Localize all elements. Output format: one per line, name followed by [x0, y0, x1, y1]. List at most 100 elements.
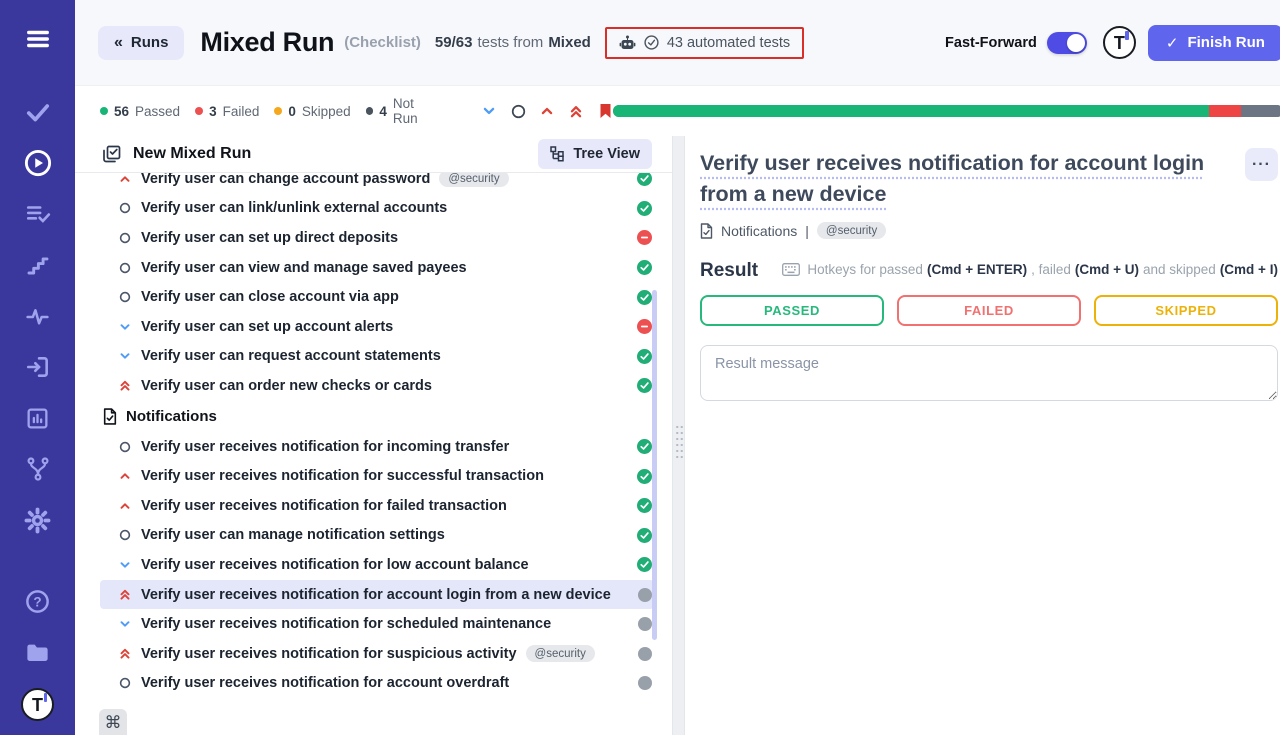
automated-tests-label: 43 automated tests — [667, 35, 790, 51]
tree-view-button[interactable]: Tree View — [538, 139, 652, 169]
runs-play-icon[interactable] — [23, 148, 53, 178]
panel-splitter[interactable] — [672, 136, 685, 735]
command-hotkeys-button[interactable]: ⌘ — [99, 709, 127, 735]
status-passed-icon — [637, 498, 652, 513]
status-passed-icon — [637, 528, 652, 543]
status-failed-icon — [637, 319, 652, 334]
fast-forward-toggle[interactable] — [1047, 32, 1087, 54]
more-options-button[interactable]: ··· — [1245, 148, 1278, 181]
progress-failed — [1209, 105, 1241, 117]
top-right-controls: Fast-Forward T ✓ Finish Run — [945, 25, 1280, 61]
passed-label: Passed — [135, 104, 180, 119]
test-row[interactable]: Verify user receives notification for ac… — [100, 669, 654, 699]
test-row[interactable]: Verify user receives notification for lo… — [100, 550, 654, 580]
filter-bookmark-icon[interactable] — [597, 103, 613, 119]
suite-link[interactable]: Notifications — [721, 223, 797, 239]
finish-run-label: Finish Run — [1187, 34, 1265, 51]
filter-priority-critical-icon[interactable] — [568, 103, 584, 119]
failed-button[interactable]: FAILED — [897, 295, 1081, 326]
status-passed-icon — [637, 378, 652, 393]
test-row-selected[interactable]: Verify user receives notification for ac… — [100, 580, 654, 610]
progress-passed — [613, 105, 1208, 117]
test-row[interactable]: Verify user can set up account alerts — [100, 312, 654, 342]
priority-normal-icon — [118, 677, 131, 689]
help-icon[interactable]: ? — [23, 586, 53, 616]
result-heading-row: Result Hotkeys for passed (Cmd + ENTER) … — [700, 260, 1278, 282]
sign-in-icon[interactable] — [23, 352, 53, 382]
test-title: Verify user can request account statemen… — [141, 348, 441, 364]
priority-normal-icon — [118, 291, 131, 303]
status-passed-icon — [637, 469, 652, 484]
stat-not-run: 4Not Run — [366, 96, 441, 126]
test-plans-icon[interactable] — [23, 199, 53, 229]
priority-normal-icon — [118, 529, 131, 541]
not-run-count: 4 — [379, 104, 387, 119]
test-row[interactable]: Verify user can set up direct deposits — [100, 223, 654, 253]
priority-low-icon — [118, 559, 131, 571]
filter-priority-normal-icon[interactable] — [510, 103, 526, 119]
priority-low-icon — [118, 618, 131, 630]
test-row[interactable]: Verify user can manage notification sett… — [100, 521, 654, 551]
test-row[interactable]: Verify user receives notification for fa… — [100, 491, 654, 521]
tag-badge: @security — [817, 222, 886, 239]
svg-text:?: ? — [33, 594, 41, 609]
test-row[interactable]: Verify user receives notification for in… — [100, 432, 654, 462]
passed-dot — [100, 107, 108, 115]
test-row[interactable]: Verify user can link/unlink external acc… — [100, 194, 654, 224]
run-panel: New Mixed Run Tree View Verify user can … — [75, 136, 672, 735]
priority-critical-icon — [118, 647, 131, 660]
skipped-button[interactable]: SKIPPED — [1094, 295, 1278, 326]
filter-priority-high-icon[interactable] — [539, 103, 555, 119]
test-title: Verify user receives notification for su… — [141, 646, 517, 662]
progress-not-run — [1241, 105, 1280, 117]
status-passed-icon — [637, 557, 652, 572]
run-progress-bar — [613, 105, 1280, 117]
splitter-grip-icon — [675, 424, 683, 460]
list-scrollbar-thumb[interactable] — [652, 290, 657, 640]
result-heading: Result — [700, 260, 758, 282]
hotkeys-text: , failed — [1031, 262, 1071, 277]
suite-section-row[interactable]: Notifications — [103, 401, 672, 432]
passed-button[interactable]: PASSED — [700, 295, 884, 326]
automated-tests-badge[interactable]: 43 automated tests — [605, 27, 804, 59]
status-passed-icon — [637, 349, 652, 364]
test-row[interactable]: Verify user receives notification for su… — [100, 639, 654, 669]
test-row[interactable]: Verify user receives notification for su… — [100, 461, 654, 491]
test-row[interactable]: Verify user can request account statemen… — [100, 342, 654, 372]
hotkeys-hint: Hotkeys for passed (Cmd + ENTER) , faile… — [782, 262, 1278, 277]
menu-icon[interactable] — [23, 24, 53, 54]
keyboard-icon — [782, 263, 800, 276]
priority-high-icon — [118, 173, 131, 185]
test-row[interactable]: Verify user can order new checks or card… — [100, 371, 654, 401]
branch-icon[interactable] — [23, 454, 53, 484]
analytics-icon[interactable] — [23, 403, 53, 433]
tests-text: tests from — [477, 34, 543, 51]
tests-source: Mixed — [548, 34, 591, 51]
result-message-input[interactable] — [700, 345, 1278, 401]
back-to-runs-button[interactable]: « Runs — [98, 26, 184, 60]
priority-low-icon — [118, 321, 131, 333]
tests-count: 59/63 — [435, 34, 473, 51]
test-row[interactable]: Verify user can view and manage saved pa… — [100, 253, 654, 283]
finish-run-button[interactable]: ✓ Finish Run — [1148, 25, 1280, 61]
hotkey-passed: (Cmd + ENTER) — [927, 262, 1027, 277]
test-row[interactable]: Verify user can close account via app — [100, 282, 654, 312]
not-run-dot — [366, 107, 374, 115]
test-row[interactable]: Verify user can change account password … — [100, 173, 654, 194]
sidebar: ? T — [0, 0, 75, 735]
skipped-count: 0 — [288, 104, 296, 119]
skipped-label: Skipped — [302, 104, 351, 119]
activity-pulse-icon[interactable] — [23, 301, 53, 331]
priority-filters — [481, 103, 613, 119]
failed-label: Failed — [223, 104, 260, 119]
filter-priority-low-icon[interactable] — [481, 103, 497, 119]
projects-folder-icon[interactable] — [23, 637, 53, 667]
steps-icon[interactable] — [23, 250, 53, 280]
test-row[interactable]: Verify user receives notification for sc… — [100, 609, 654, 639]
status-passed-icon — [637, 173, 652, 186]
test-title: Verify user receives notification for ac… — [141, 675, 509, 691]
suite-title: Notifications — [126, 408, 217, 425]
tests-check-icon[interactable] — [23, 97, 53, 127]
priority-critical-icon — [118, 379, 131, 392]
settings-gear-icon[interactable] — [23, 505, 53, 535]
